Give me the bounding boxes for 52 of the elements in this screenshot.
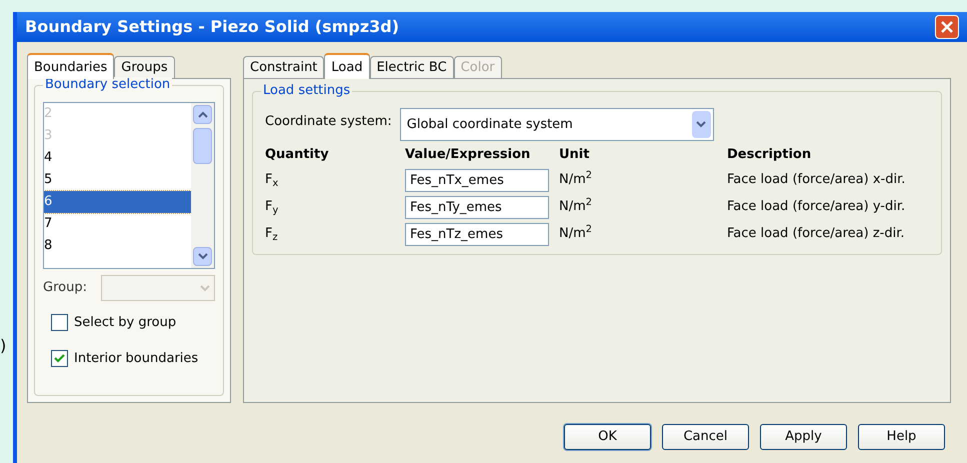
checkbox-label: Interior boundaries — [74, 350, 198, 368]
unit-label: N/m$^{2}$ — [559, 224, 593, 244]
group-title: Load settings — [261, 83, 352, 99]
value-field[interactable]: Fes_nTz_emes — [405, 222, 549, 246]
tab[interactable]: Constraint — [243, 56, 324, 78]
list-item[interactable]: 8 — [44, 235, 191, 257]
checkbox[interactable] — [51, 350, 68, 367]
check-icon — [54, 354, 65, 363]
unit-label: N/m$^{2}$ — [559, 197, 593, 216]
tab[interactable]: Electric BC — [370, 56, 454, 78]
dialog-button[interactable]: Help — [858, 424, 945, 450]
close-button[interactable] — [935, 15, 959, 39]
scrollbar[interactable] — [191, 103, 214, 268]
list-item[interactable]: 5 — [44, 169, 191, 191]
window-title: Boundary Settings - Piezo Solid (smpz3d) — [25, 16, 400, 38]
checkbox-label: Select by group — [74, 314, 176, 332]
background-text: ) — [0, 338, 6, 354]
quantity-label: F$_{z}$ — [265, 225, 279, 244]
description-text: Face load (force/area) x-dir. — [727, 171, 906, 190]
dialog-button[interactable]: OK — [564, 424, 651, 450]
column-header: Value/Expression — [405, 146, 532, 164]
unit-label: N/m$^{2}$ — [559, 170, 593, 190]
chevron-down-icon — [200, 284, 210, 292]
chevron-down-icon — [198, 253, 208, 260]
quantity-label: F$_{y}$ — [265, 198, 280, 217]
tab[interactable]: Groups — [114, 56, 175, 78]
group-title: Boundary selection — [43, 77, 172, 93]
list-item[interactable]: 4 — [44, 147, 191, 169]
dialog-button[interactable]: Cancel — [662, 424, 749, 450]
value-field[interactable]: Fes_nTy_emes — [405, 196, 549, 218]
quantity-label: F$_{x}$ — [265, 171, 280, 190]
dialog-button[interactable]: Apply — [760, 424, 847, 450]
chevron-down-icon — [696, 121, 706, 128]
description-text: Face load (force/area) z-dir. — [727, 225, 906, 244]
chevron-up-icon — [198, 111, 208, 118]
description-text: Face load (force/area) y-dir. — [727, 198, 906, 216]
scroll-thumb[interactable] — [193, 128, 212, 164]
column-header: Unit — [559, 146, 590, 164]
value-field[interactable]: Fes_nTx_emes — [405, 168, 549, 192]
scroll-down-button[interactable] — [193, 247, 212, 266]
tab[interactable]: Boundaries — [27, 53, 114, 79]
list-item[interactable]: 6 — [44, 191, 191, 213]
column-header: Description — [727, 146, 812, 164]
checkbox[interactable] — [51, 314, 68, 332]
list-item[interactable]: 7 — [44, 213, 191, 235]
coordinate-system-dropdown[interactable]: Global coordinate system — [400, 108, 714, 141]
group-label: Group: — [43, 279, 87, 298]
column-header: Quantity — [265, 146, 330, 164]
scroll-up-button[interactable] — [193, 105, 212, 124]
close-icon — [941, 21, 953, 33]
tab[interactable]: Load — [324, 53, 370, 79]
coordinate-system-label: Coordinate system: — [265, 113, 392, 131]
